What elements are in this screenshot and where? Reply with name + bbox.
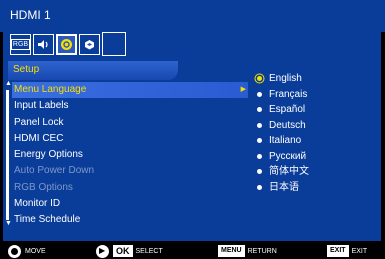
radio-icon <box>257 91 262 97</box>
radio-icon <box>257 138 262 143</box>
menu-item-label: RGB Options <box>14 181 73 193</box>
rgb-icon-label: RGB <box>10 39 31 50</box>
footer-help: MOVE OKSELECT MENURETURN EXITEXIT <box>0 243 385 259</box>
menu-key: MENU <box>218 245 245 257</box>
language-label: Русский <box>269 150 307 162</box>
language-label: English <box>269 73 302 84</box>
language-label: 简体中文 <box>269 166 309 177</box>
exit-key: EXIT <box>327 245 349 257</box>
scroll-track[interactable] <box>6 90 9 220</box>
menu-item-panel-lock[interactable]: Panel Lock <box>12 115 248 131</box>
setup-icon[interactable] <box>56 34 77 55</box>
menu-item-energy-options[interactable]: Energy Options <box>12 147 248 163</box>
section-header: Setup <box>8 61 178 80</box>
language-option-italiano[interactable]: Italiano <box>255 133 309 149</box>
language-option-japanese[interactable]: 日本语 <box>255 180 309 196</box>
empty-icon[interactable] <box>102 32 126 56</box>
ok-key: OK <box>113 245 133 257</box>
menu-item-rgb-options: RGB Options <box>12 180 248 196</box>
menu-item-label: Panel Lock <box>14 116 64 128</box>
camera-icon[interactable] <box>79 34 100 55</box>
language-label: Italiano <box>269 135 302 146</box>
dpad-icon <box>8 244 21 258</box>
menu-item-input-labels[interactable]: Input Labels <box>12 98 248 114</box>
return-hint: MENU RETURN <box>218 243 277 259</box>
category-toolbar: RGB <box>10 32 128 56</box>
menu-item-label: Energy Options <box>14 149 83 161</box>
menu-item-label: HDMI CEC <box>14 132 64 144</box>
radio-icon <box>257 169 262 174</box>
rgb-icon[interactable]: RGB <box>10 34 31 55</box>
submenu-arrow-icon: ▶ <box>240 86 246 93</box>
language-option-espanol[interactable]: Español <box>255 102 309 118</box>
language-options: English Français Español Deutsch Italian… <box>255 71 309 195</box>
menu-item-label: Input Labels <box>14 100 69 112</box>
radio-selected-icon <box>257 76 262 81</box>
radio-icon <box>257 122 262 128</box>
move-label: MOVE <box>25 247 46 255</box>
language-option-simplified-chinese[interactable]: 简体中文 <box>255 164 309 180</box>
radio-icon <box>257 107 262 112</box>
menu-item-monitor-id[interactable]: Monitor ID <box>12 196 248 212</box>
setup-menu: Menu Language ▶ Input Labels Panel Lock H… <box>12 82 248 229</box>
menu-item-hdmi-cec[interactable]: HDMI CEC <box>12 131 248 147</box>
language-option-russian[interactable]: Русский <box>255 149 309 165</box>
menu-item-auto-power-down: Auto Power Down <box>12 163 248 179</box>
language-label: Deutsch <box>269 119 306 131</box>
scroll-down-icon[interactable]: ▼ <box>5 220 12 227</box>
tv-osd: HDMI 1 RGB Setup ▲ ▼ Menu Language ▶ Inpu… <box>0 0 385 259</box>
language-option-francais[interactable]: Français <box>255 87 309 103</box>
menu-item-time-schedule[interactable]: Time Schedule <box>12 212 248 228</box>
return-label: RETURN <box>247 247 277 255</box>
menu-item-label: Auto Power Down <box>14 165 95 177</box>
menu-item-label: Menu Language <box>14 84 87 95</box>
window-title: HDMI 1 <box>10 8 51 22</box>
menu-item-label: Time Schedule <box>14 214 81 226</box>
scroll-up-icon[interactable]: ▲ <box>5 80 12 87</box>
scrollbar[interactable]: ▲ ▼ <box>5 80 12 230</box>
language-option-deutsch[interactable]: Deutsch <box>255 118 309 134</box>
language-option-english[interactable]: English <box>255 71 309 87</box>
exit-label: EXIT <box>351 247 368 255</box>
move-hint: MOVE <box>8 243 46 259</box>
title-bar: HDMI 1 <box>0 0 385 32</box>
exit-hint: EXIT EXIT <box>327 243 367 259</box>
select-arrow-icon <box>96 244 109 258</box>
language-label: 日本语 <box>269 181 299 193</box>
menu-item-menu-language[interactable]: Menu Language ▶ <box>12 82 248 99</box>
language-label: Español <box>269 104 306 115</box>
radio-icon <box>257 184 262 190</box>
section-title: Setup <box>13 64 40 75</box>
menu-item-label: Monitor ID <box>14 198 61 210</box>
language-label: Français <box>269 88 308 100</box>
select-hint: OKSELECT <box>96 243 163 259</box>
radio-icon <box>257 153 262 159</box>
select-label: SELECT <box>135 247 163 255</box>
speaker-icon[interactable] <box>33 34 54 55</box>
